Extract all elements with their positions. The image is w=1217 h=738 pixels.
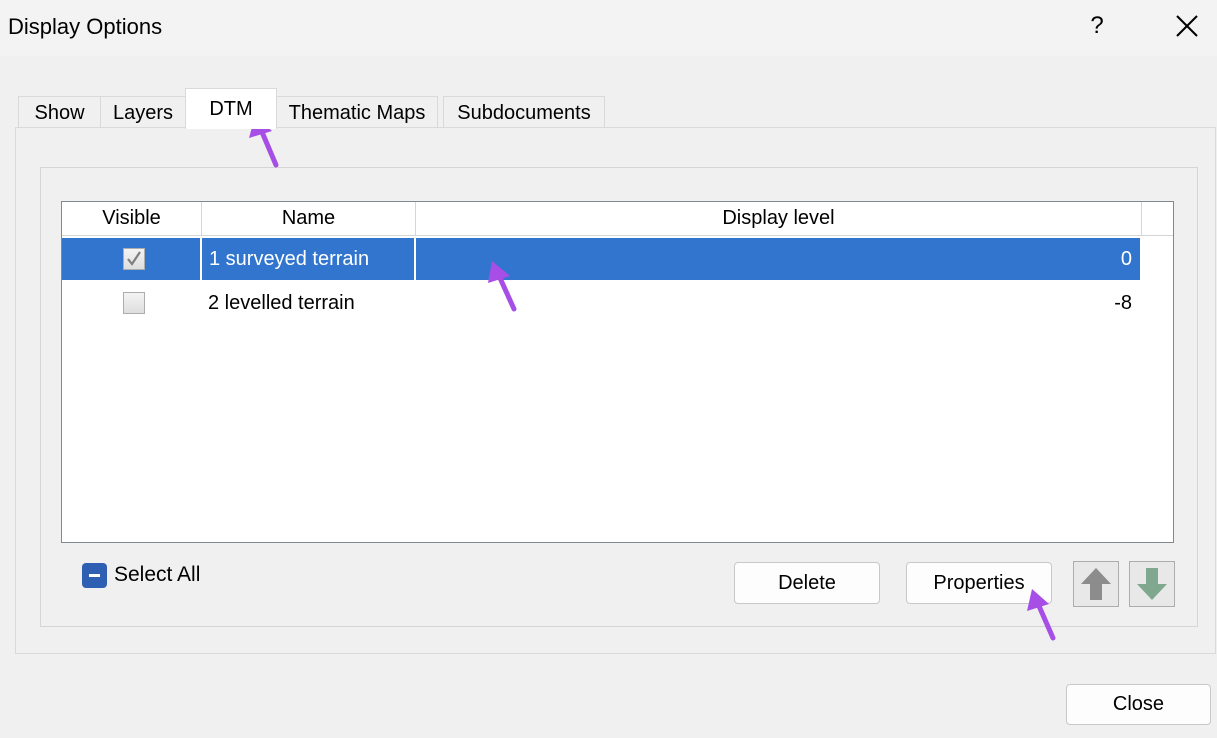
close-icon	[1176, 15, 1198, 37]
move-up-button[interactable]	[1073, 561, 1119, 607]
column-header-name[interactable]: Name	[202, 202, 416, 236]
move-down-button[interactable]	[1129, 561, 1175, 607]
column-header-display-level[interactable]: Display level	[416, 202, 1142, 236]
arrow-up-icon	[1081, 568, 1111, 600]
close-button[interactable]: Close	[1066, 684, 1211, 725]
column-header-visible[interactable]: Visible	[62, 202, 202, 236]
tab-layers[interactable]: Layers	[100, 96, 186, 127]
visible-checkbox[interactable]	[123, 292, 145, 314]
checkmark-icon	[127, 251, 141, 266]
tab-thematic-maps[interactable]: Thematic Maps	[276, 96, 438, 127]
tab-dtm[interactable]: DTM	[185, 88, 277, 129]
display-level-value: 0	[1120, 248, 1132, 270]
arrow-down-icon	[1137, 568, 1167, 600]
table-row[interactable]: 2 levelled terrain -8	[62, 282, 1140, 324]
select-all-label[interactable]: Select All	[114, 563, 200, 587]
title-bar: Display Options ?	[0, 0, 1217, 56]
display-level-value: -8	[1114, 292, 1132, 314]
tab-subdocuments[interactable]: Subdocuments	[443, 96, 605, 127]
delete-button[interactable]: Delete	[734, 562, 880, 604]
help-button[interactable]: ?	[1080, 8, 1114, 44]
close-window-button[interactable]	[1166, 6, 1208, 46]
properties-button[interactable]: Properties	[906, 562, 1052, 604]
window-title: Display Options	[8, 14, 163, 39]
column-header-filler	[1142, 202, 1173, 236]
layer-name: 2 levelled terrain	[208, 292, 355, 314]
select-all-minus-icon[interactable]	[82, 563, 107, 588]
tab-show[interactable]: Show	[18, 96, 101, 127]
layer-name: 1 surveyed terrain	[209, 248, 370, 270]
visible-checkbox[interactable]	[123, 248, 145, 270]
table-row[interactable]: 1 surveyed terrain 0	[62, 238, 1140, 280]
